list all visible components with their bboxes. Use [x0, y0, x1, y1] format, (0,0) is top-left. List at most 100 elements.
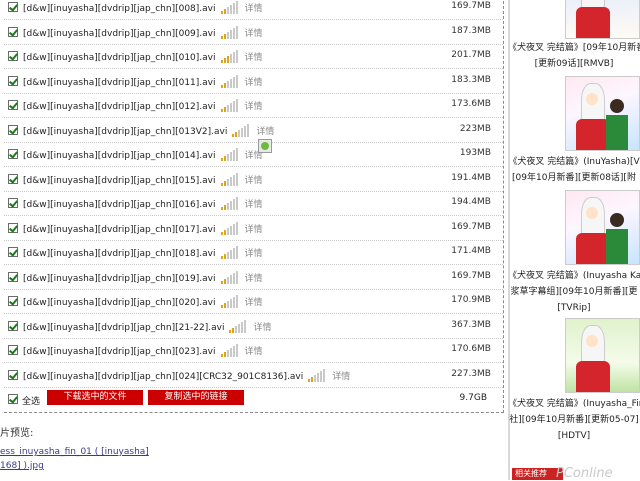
sidebar-item-3-line-3[interactable]: [TVRip] [508, 300, 640, 316]
sidebar-thumbnail-3[interactable] [565, 190, 640, 265]
file-checkbox[interactable] [8, 26, 18, 37]
file-name-link[interactable]: [d&w][inuyasha][dvdrip][jap_chn][014].av… [23, 148, 263, 161]
signal-strength-icon [220, 25, 239, 39]
file-row: [d&w][inuyasha][dvdrip][jap_chn][012].av… [4, 94, 503, 118]
select-all-checkbox[interactable] [8, 394, 18, 404]
sidebar-item-3-line-2[interactable]: 浆草字幕组][09年10月新番][更 [508, 284, 640, 300]
file-name: [d&w][inuyasha][dvdrip][jap_chn][024][CR… [23, 371, 304, 382]
file-checkbox[interactable] [8, 320, 18, 331]
sidebar-thumbnail-4[interactable] [565, 318, 640, 393]
detail-link[interactable]: 详情 [332, 372, 350, 382]
detail-link[interactable]: 详情 [245, 200, 263, 210]
related-sidebar: 《犬夜叉 完结篇》[09年10月新番] [更新09话][RMVB] 《犬夜叉 完… [508, 0, 640, 480]
sidebar-item-4-line-2[interactable]: 社][09年10月新番][更新05-07] [508, 412, 640, 428]
detail-link[interactable]: 详情 [245, 274, 263, 284]
file-checkbox[interactable] [8, 51, 18, 61]
character-face [586, 93, 598, 105]
file-name-link[interactable]: [d&w][inuyasha][dvdrip][jap_chn][019].av… [23, 270, 263, 284]
file-name-link[interactable]: [d&w][inuyasha][dvdrip][jap_chn][024][CR… [23, 368, 350, 382]
file-name-link[interactable]: [d&w][inuyasha][dvdrip][jap_chn][013V2].… [23, 123, 274, 137]
file-name-link[interactable]: [d&w][inuyasha][dvdrip][jap_chn][020].av… [23, 295, 263, 308]
file-name-link[interactable]: [d&w][inuyasha][dvdrip][jap_chn][017].av… [23, 221, 263, 235]
detail-link[interactable]: 详情 [245, 4, 263, 14]
preview-link-continued[interactable]: 168] ).jpg [0, 461, 44, 471]
file-checkbox[interactable] [8, 198, 18, 208]
file-name: [d&w][inuyasha][dvdrip][jap_chn][017].av… [23, 224, 216, 235]
signal-strength-icon [220, 344, 239, 357]
detail-link[interactable]: 详情 [245, 298, 263, 308]
file-checkbox[interactable] [8, 149, 18, 159]
file-name-link[interactable]: [d&w][inuyasha][dvdrip][jap_chn][010].av… [23, 50, 263, 63]
detail-link[interactable]: 详情 [245, 176, 263, 186]
file-checkbox[interactable] [8, 369, 18, 380]
file-checkbox[interactable] [8, 296, 18, 306]
sidebar-thumbnail-2[interactable] [565, 76, 640, 151]
detail-link[interactable]: 详情 [245, 347, 263, 357]
file-size: 223MB [459, 123, 491, 134]
sidebar-item-3-line-1[interactable]: 《犬夜叉 完结篇》(Inuyasha Kan [508, 268, 640, 284]
file-row: [d&w][inuyasha][dvdrip][jap_chn][014].av… [4, 143, 503, 167]
file-row: [d&w][inuyasha][dvdrip][jap_chn][018].av… [4, 241, 503, 265]
signal-strength-icon [220, 74, 239, 88]
file-name: [d&w][inuyasha][dvdrip][jap_chn][009].av… [23, 28, 216, 39]
sidebar-item-4-line-3[interactable]: [HDTV] [508, 428, 640, 444]
file-name-link[interactable]: [d&w][inuyasha][dvdrip][jap_chn][016].av… [23, 197, 263, 210]
character-face [586, 207, 598, 219]
file-name-link[interactable]: [d&w][inuyasha][dvdrip][jap_chn][009].av… [23, 25, 263, 39]
total-size: 9.7GB [459, 393, 487, 403]
signal-strength-icon [220, 221, 239, 235]
sidebar-item-1-line-1[interactable]: 《犬夜叉 完结篇》[09年10月新番] [508, 40, 640, 56]
file-checkbox[interactable] [8, 2, 18, 12]
detail-link[interactable]: 详情 [245, 102, 263, 112]
green-dot-icon[interactable] [258, 139, 272, 153]
select-all-label: 全选 [22, 397, 41, 407]
sidebar-thumbnail-1[interactable] [565, 0, 640, 39]
signal-strength-icon [229, 319, 247, 333]
character-2-outfit [606, 229, 628, 264]
download-selected-button[interactable]: 下载选中的文件 [47, 390, 143, 405]
file-row: [d&w][inuyasha][dvdrip][jap_chn][020].av… [4, 290, 503, 314]
sidebar-item-1-line-2[interactable]: [更新09话][RMVB] [508, 56, 640, 72]
file-row: [d&w][inuyasha][dvdrip][jap_chn][008].av… [4, 0, 503, 20]
detail-link[interactable]: 详情 [245, 29, 263, 39]
preview-title: 片预览: [0, 428, 34, 439]
file-name-link[interactable]: [d&w][inuyasha][dvdrip][jap_chn][023].av… [23, 344, 263, 357]
file-name-link[interactable]: [d&w][inuyasha][dvdrip][jap_chn][015].av… [23, 172, 263, 186]
detail-link[interactable]: 详情 [245, 78, 263, 88]
detail-link[interactable]: 详情 [245, 53, 263, 63]
signal-strength-icon [220, 99, 239, 112]
file-name-link[interactable]: [d&w][inuyasha][dvdrip][jap_chn][008].av… [23, 1, 263, 14]
sidebar-item-2-line-2[interactable]: [09年10月新番][更新08话][附 [508, 170, 640, 186]
file-checkbox[interactable] [8, 100, 18, 110]
detail-link[interactable]: 详情 [256, 127, 274, 137]
file-checkbox[interactable] [8, 345, 18, 355]
signal-strength-icon [220, 1, 239, 14]
file-name-link[interactable]: [d&w][inuyasha][dvdrip][jap_chn][011].av… [23, 74, 263, 88]
character-robe [576, 361, 610, 392]
signal-strength-icon [232, 123, 250, 137]
detail-link[interactable]: 详情 [245, 249, 263, 259]
file-checkbox[interactable] [8, 75, 18, 86]
detail-link[interactable]: 详情 [253, 323, 271, 333]
file-size: 194.4MB [451, 197, 491, 207]
file-size: 183.3MB [451, 74, 491, 85]
file-name: [d&w][inuyasha][dvdrip][jap_chn][011].av… [23, 77, 216, 88]
file-size: 187.3MB [451, 25, 491, 36]
file-row: [d&w][inuyasha][dvdrip][jap_chn][015].av… [4, 168, 503, 192]
character-robe [576, 7, 610, 38]
file-checkbox[interactable] [8, 247, 18, 257]
file-name-link[interactable]: [d&w][inuyasha][dvdrip][jap_chn][21-22].… [23, 319, 271, 333]
preview-link[interactable]: ess_inuyasha_fin_01 ( [inuyasha] [0, 447, 149, 457]
file-checkbox[interactable] [8, 124, 18, 135]
file-checkbox[interactable] [8, 271, 18, 282]
signal-strength-icon [220, 148, 239, 161]
signal-strength-icon [308, 368, 326, 382]
detail-link[interactable]: 详情 [245, 225, 263, 235]
file-name-link[interactable]: [d&w][inuyasha][dvdrip][jap_chn][012].av… [23, 99, 263, 112]
file-name-link[interactable]: [d&w][inuyasha][dvdrip][jap_chn][018].av… [23, 246, 263, 259]
sidebar-item-2-line-1[interactable]: 《犬夜叉 完结篇》(InuYasha)[V [508, 154, 640, 170]
sidebar-item-4-line-1[interactable]: 《犬夜叉 完结篇》(Inuyasha_Fin [508, 396, 640, 412]
copy-selected-links-button[interactable]: 复制选中的链接 [148, 390, 244, 405]
file-checkbox[interactable] [8, 222, 18, 233]
file-checkbox[interactable] [8, 173, 18, 184]
